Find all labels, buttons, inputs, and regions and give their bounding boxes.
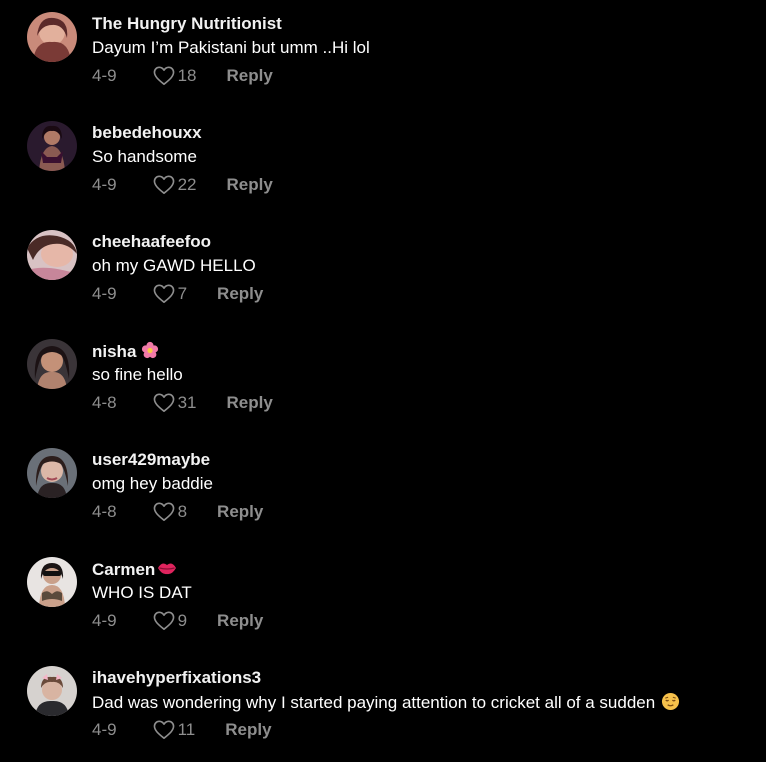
like-button[interactable]: 8 <box>153 501 187 523</box>
comment-username[interactable]: nisha <box>92 341 159 364</box>
reply-button[interactable]: Reply <box>227 392 273 414</box>
like-button[interactable]: 22 <box>153 174 197 196</box>
like-count: 31 <box>177 393 197 412</box>
comment-text: so fine hello <box>92 365 183 384</box>
heart-outline-icon <box>153 720 174 739</box>
heart-outline-icon <box>153 66 174 85</box>
avatar-photo-icon <box>27 339 77 389</box>
comment-text: WHO IS DAT <box>92 583 192 602</box>
avatar-photo-icon <box>27 12 77 62</box>
avatar[interactable] <box>27 12 77 62</box>
like-count: 8 <box>177 502 188 521</box>
comment-date: 4-9 <box>92 611 117 630</box>
reply-button[interactable]: Reply <box>227 65 273 87</box>
comment-username[interactable]: The Hungry Nutritionist <box>92 14 282 34</box>
comment-item: cheehaafeefoo oh my GAWD HELLO 4-9 7 Rep… <box>0 218 766 318</box>
comment-date: 4-9 <box>92 284 117 303</box>
heart-outline-icon <box>153 502 174 521</box>
like-count: 22 <box>177 175 197 194</box>
heart-outline-icon <box>153 284 174 303</box>
like-count: 18 <box>177 66 197 85</box>
comment-item: The Hungry Nutritionist Dayum I’m Pakist… <box>0 0 766 100</box>
comment-text: Dayum I’m Pakistani but umm ..Hi lol <box>92 38 370 57</box>
avatar[interactable] <box>27 448 77 498</box>
avatar-photo-icon <box>27 557 77 607</box>
avatar[interactable] <box>27 121 77 171</box>
like-button[interactable]: 31 <box>153 392 197 414</box>
heart-outline-icon <box>153 393 174 412</box>
avatar-photo-icon <box>27 230 77 280</box>
comment-username[interactable]: cheehaafeefoo <box>92 232 211 252</box>
reply-button[interactable]: Reply <box>217 501 263 523</box>
comment-username[interactable]: Carmen <box>92 559 177 582</box>
avatar[interactable] <box>27 230 77 280</box>
avatar[interactable] <box>27 666 77 716</box>
reply-button[interactable]: Reply <box>227 174 273 196</box>
comment-meta: 4-9 22 Reply <box>92 174 273 196</box>
lips-emoji <box>157 559 177 582</box>
comment-username[interactable]: user429maybe <box>92 450 210 470</box>
comment-date: 4-8 <box>92 393 117 412</box>
flower-emoji <box>141 341 159 364</box>
comment-date: 4-9 <box>92 175 117 194</box>
comment-item: user429maybe omg hey baddie 4-8 8 Reply <box>0 436 766 536</box>
comment-text: So handsome <box>92 147 197 166</box>
comment-username[interactable]: ihavehyperfixations3 <box>92 668 261 688</box>
comment-date: 4-8 <box>92 502 117 521</box>
comment-item: Carmen WHO IS DAT 4-9 9 Reply <box>0 545 766 645</box>
like-button[interactable]: 11 <box>153 719 196 741</box>
comment-item: nisha so fine hello 4-8 31 Reply <box>0 327 766 427</box>
comment-meta: 4-9 9 Reply <box>92 610 263 632</box>
like-button[interactable]: 18 <box>153 65 197 87</box>
reply-button[interactable]: Reply <box>217 610 263 632</box>
like-button[interactable]: 9 <box>153 610 187 632</box>
comment-meta: 4-9 18 Reply <box>92 65 273 87</box>
like-button[interactable]: 7 <box>153 283 187 305</box>
avatar-photo-icon <box>27 121 77 171</box>
comment-text: omg hey baddie <box>92 474 213 493</box>
like-count: 9 <box>177 611 188 630</box>
heart-outline-icon <box>153 175 174 194</box>
comment-meta: 4-9 11 Reply <box>92 719 272 741</box>
comment-username[interactable]: bebedehouxx <box>92 123 202 143</box>
comment-item: bebedehouxx So handsome 4-9 22 Reply <box>0 109 766 209</box>
avatar[interactable] <box>27 557 77 607</box>
comment-date: 4-9 <box>92 66 117 85</box>
comment-meta: 4-9 7 Reply <box>92 283 263 305</box>
relieved-face-emoji <box>661 692 680 716</box>
like-count: 7 <box>177 284 188 303</box>
heart-outline-icon <box>153 611 174 630</box>
avatar-photo-icon <box>27 666 77 716</box>
avatar-photo-icon <box>27 448 77 498</box>
avatar[interactable] <box>27 339 77 389</box>
comment-meta: 4-8 31 Reply <box>92 392 273 414</box>
like-count: 11 <box>177 720 196 739</box>
comment-date: 4-9 <box>92 720 117 739</box>
comment-text: Dad was wondering why I started paying a… <box>92 692 680 716</box>
reply-button[interactable]: Reply <box>225 719 271 741</box>
comment-item: ihavehyperfixations3 Dad was wondering w… <box>0 654 766 754</box>
comment-text: oh my GAWD HELLO <box>92 256 256 275</box>
reply-button[interactable]: Reply <box>217 283 263 305</box>
comment-meta: 4-8 8 Reply <box>92 501 263 523</box>
